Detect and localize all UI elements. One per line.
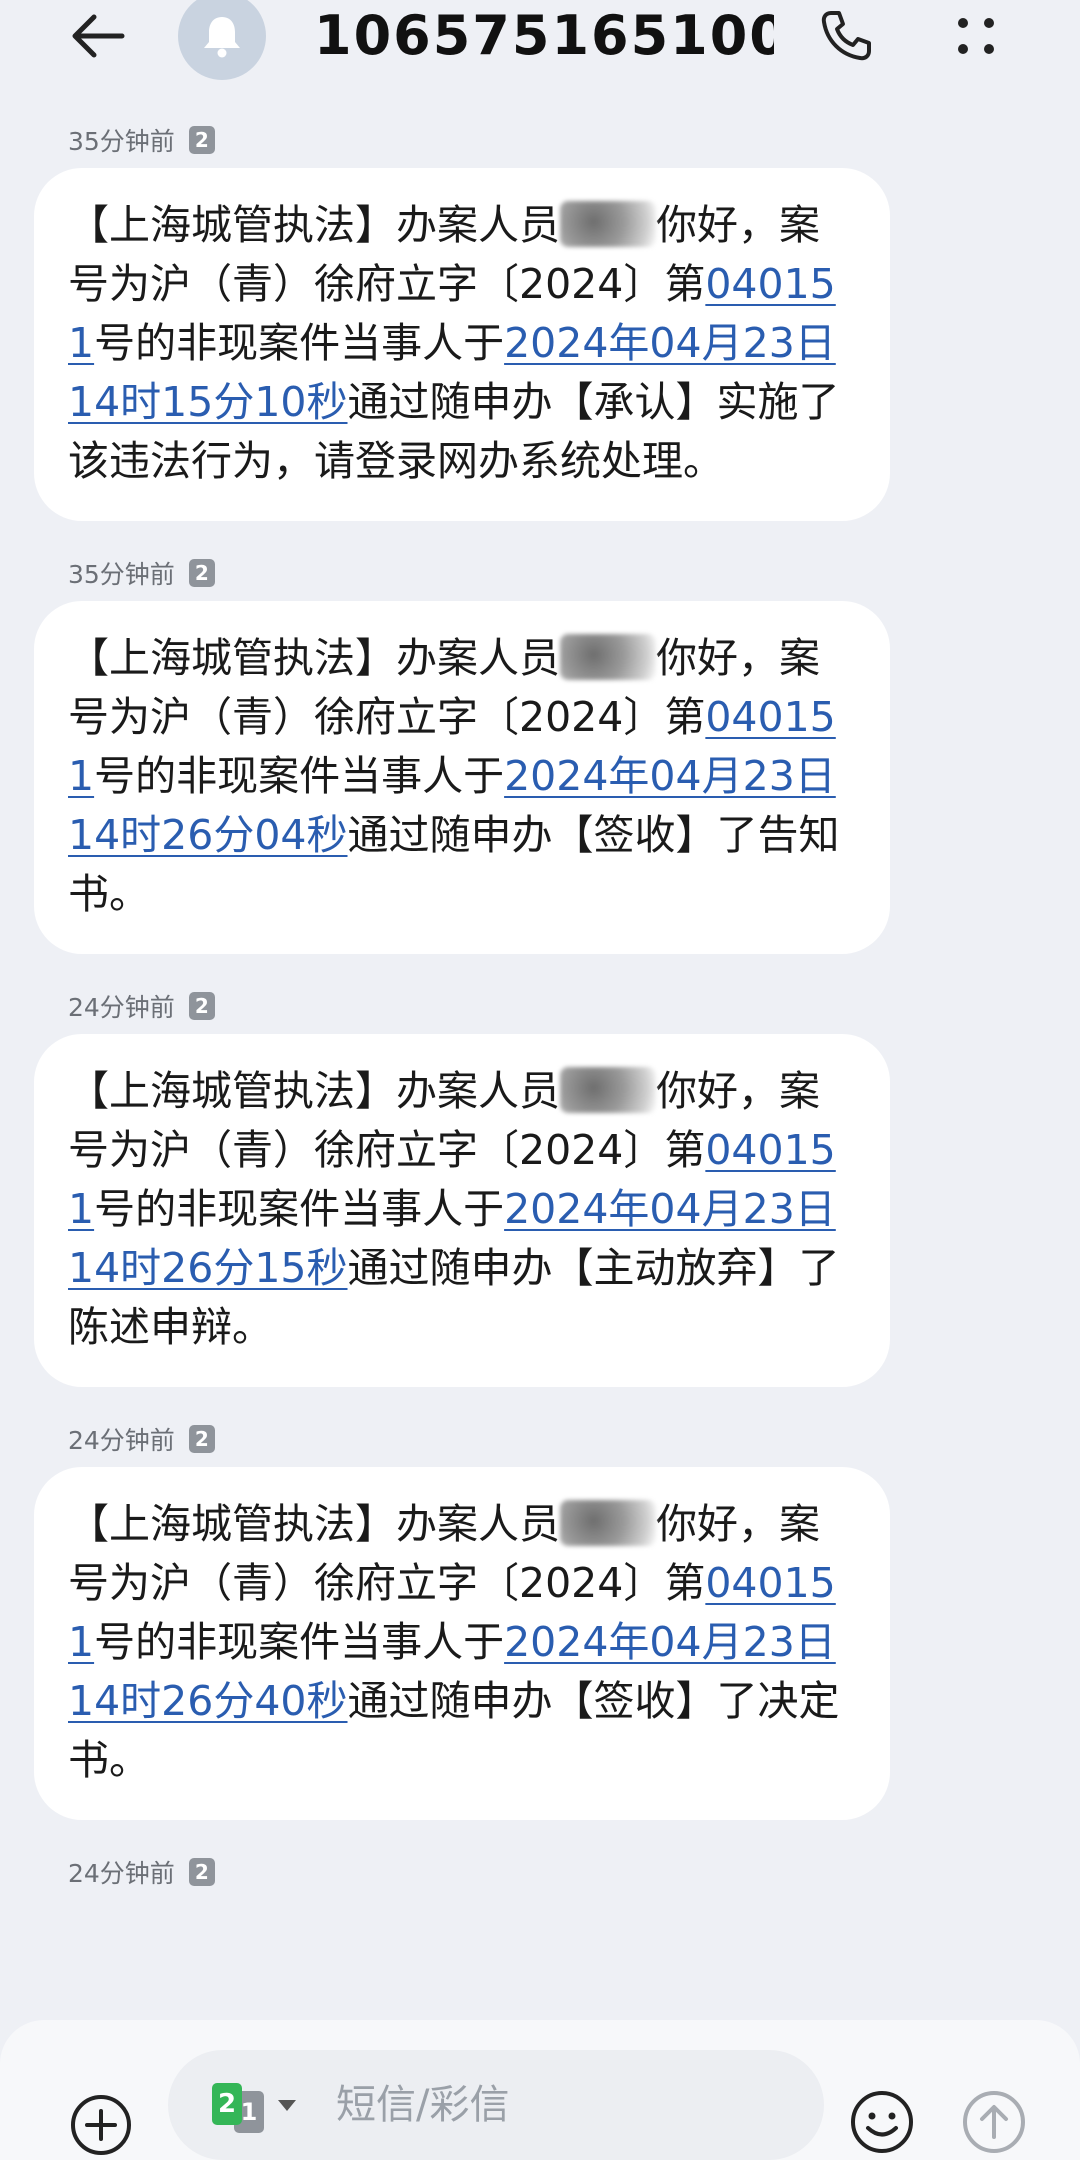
sim-badge: 2 bbox=[188, 1858, 215, 1886]
message-bubble[interactable]: 【上海城管执法】办案人员 你好，案号为沪（青）徐府立字〔2024〕第040151号… bbox=[34, 168, 890, 521]
redacted-name bbox=[560, 1500, 656, 1546]
sim-card-2: 2 bbox=[212, 2083, 242, 2125]
message-bubble[interactable]: 【上海城管执法】办案人员 你好，案号为沪（青）徐府立字〔2024〕第040151号… bbox=[34, 601, 890, 954]
smiley-icon bbox=[851, 2091, 913, 2153]
message-text: 号的非现案件当事人于 bbox=[94, 752, 505, 800]
message-time: 35分钟前 bbox=[68, 560, 175, 589]
more-dots-icon bbox=[958, 18, 994, 54]
send-button[interactable] bbox=[958, 2086, 1030, 2158]
contact-number-title[interactable]: 106575165100... bbox=[314, 0, 774, 72]
message-text: 【上海城管执法】办案人员 bbox=[68, 634, 560, 682]
emoji-button[interactable] bbox=[846, 2086, 918, 2158]
message-time: 24分钟前 bbox=[68, 1426, 175, 1455]
message-list[interactable]: 35分钟前 2 【上海城管执法】办案人员 你好，案号为沪（青）徐府立字〔2024〕… bbox=[0, 112, 1080, 1900]
conversation-header: 106575165100... bbox=[0, 0, 1080, 100]
sim-badge: 2 bbox=[188, 126, 215, 154]
message-text: 【上海城管执法】办案人员 bbox=[68, 1500, 560, 1548]
sim-badge: 2 bbox=[188, 559, 215, 587]
message-bubble[interactable]: 【上海城管执法】办案人员 你好，案号为沪（青）徐府立字〔2024〕第040151号… bbox=[34, 1034, 890, 1387]
contact-avatar[interactable] bbox=[178, 0, 266, 80]
message-text: 【上海城管执法】办案人员 bbox=[68, 201, 560, 249]
message-text: 号的非现案件当事人于 bbox=[94, 1618, 505, 1666]
chevron-down-icon bbox=[278, 2100, 296, 2111]
message-input-pill: 1 2 bbox=[168, 2050, 824, 2160]
message-meta: 24分钟前 2 bbox=[0, 978, 1080, 1034]
sim-selector[interactable]: 1 2 bbox=[212, 2080, 302, 2136]
more-options-button[interactable] bbox=[940, 0, 1012, 72]
message-meta: 24分钟前 2 bbox=[0, 1844, 1080, 1900]
message-meta: 24分钟前 2 bbox=[0, 1411, 1080, 1467]
redacted-name bbox=[560, 1067, 656, 1113]
message-time: 24分钟前 bbox=[68, 993, 175, 1022]
sms-conversation-screen: 106575165100... 35分钟前 2 【上海城管执法】办案人员你好，案… bbox=[0, 0, 1080, 2160]
message-time: 24分钟前 bbox=[68, 1859, 175, 1888]
arrow-left-icon bbox=[72, 14, 125, 58]
message-text: 号的非现案件当事人于 bbox=[94, 319, 505, 367]
message-time: 35分钟前 bbox=[68, 127, 175, 156]
message-text: 号的非现案件当事人于 bbox=[94, 1185, 505, 1233]
message-meta: 35分钟前 2 bbox=[0, 545, 1080, 601]
phone-icon bbox=[821, 11, 871, 61]
redacted-name bbox=[560, 634, 656, 680]
call-button[interactable] bbox=[810, 0, 882, 72]
sim-card-icon: 1 2 bbox=[212, 2083, 272, 2133]
arrow-up-circle-icon bbox=[963, 2091, 1025, 2153]
message-input[interactable] bbox=[336, 2050, 796, 2160]
compose-bar: 1 2 bbox=[0, 2020, 1080, 2160]
bell-icon bbox=[204, 17, 240, 58]
plus-circle-icon bbox=[71, 2095, 131, 2155]
sim-badge: 2 bbox=[188, 992, 215, 1020]
attach-button[interactable] bbox=[66, 2090, 136, 2160]
message-meta: 35分钟前 2 bbox=[0, 112, 1080, 168]
sim-badge: 2 bbox=[188, 1425, 215, 1453]
message-text: 【上海城管执法】办案人员 bbox=[68, 1067, 560, 1115]
back-button[interactable] bbox=[58, 0, 138, 72]
redacted-name bbox=[560, 201, 656, 247]
message-bubble[interactable]: 【上海城管执法】办案人员 你好，案号为沪（青）徐府立字〔2024〕第040151号… bbox=[34, 1467, 890, 1820]
